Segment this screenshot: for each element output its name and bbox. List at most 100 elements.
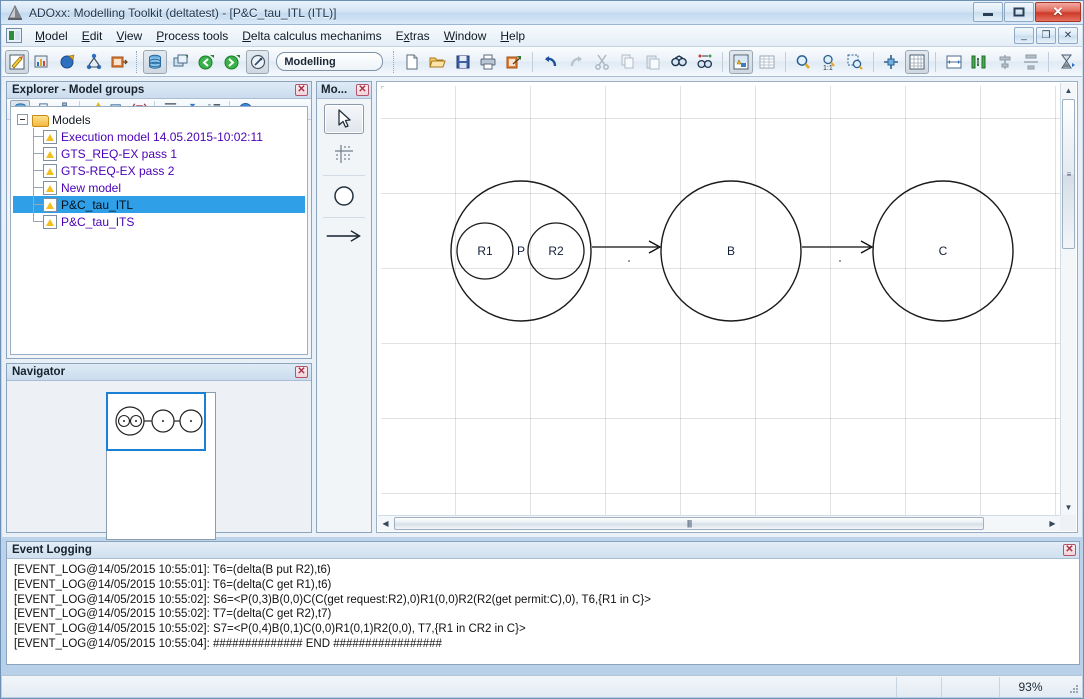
circle-node-tool[interactable] — [324, 181, 364, 211]
edge-B-to-C[interactable] — [802, 240, 874, 262]
back-arrow-icon[interactable] — [194, 50, 218, 74]
simulation-mode-icon[interactable] — [56, 50, 80, 74]
event-log-body[interactable]: [EVENT_LOG@14/05/2015 10:55:01]: T6=(del… — [8, 560, 1078, 663]
menu-window[interactable]: Window — [437, 26, 494, 46]
table-view-icon[interactable] — [755, 50, 779, 74]
model-tree[interactable]: Models Execution model 14.05.2015-10:02:… — [10, 106, 308, 355]
mdi-close-button[interactable]: ✕ — [1058, 27, 1078, 44]
mdi-work-area: Explorer - Model groups ✕ Models Executi… — [2, 77, 1082, 540]
node-P[interactable]: R1 R2 P — [450, 180, 592, 322]
title-bar: ADOxx: Modelling Toolkit (deltatest) - [… — [1, 1, 1083, 25]
cursor-arrow-icon — [338, 109, 351, 128]
scroll-left-button[interactable]: ◀ — [378, 516, 393, 531]
model-windows-icon[interactable] — [169, 50, 193, 74]
explorer-close-button[interactable]: ✕ — [295, 84, 308, 96]
time-settings-icon[interactable] — [1055, 50, 1079, 74]
tree-item-gts-req-ex-pass-1[interactable]: GTS_REQ-EX pass 1 — [13, 145, 305, 162]
evaluation-mode-icon[interactable] — [82, 50, 106, 74]
explorer-title: Explorer - Model groups — [12, 84, 145, 96]
analysis-mode-icon[interactable] — [31, 50, 55, 74]
canvas-vertical-scrollbar[interactable]: ▲ ≡ ▼ — [1060, 83, 1076, 515]
menu-help[interactable]: Help — [493, 26, 532, 46]
zoom-region-icon[interactable] — [843, 50, 867, 74]
canvas-horizontal-scrollbar[interactable]: ◀ |||| ▶ — [378, 515, 1060, 531]
tree-item-pc-tau-itl[interactable]: P&C_tau_ITL — [13, 196, 305, 213]
menu-model[interactable]: Model — [28, 26, 75, 46]
print-icon[interactable] — [477, 50, 501, 74]
main-toolbar: Modelling 1:1 — [2, 47, 1082, 77]
node-C[interactable]: C — [872, 180, 1014, 322]
model-drawing-canvas[interactable]: R1 R2 P B C — [381, 86, 1060, 515]
tree-item-execution-model[interactable]: Execution model 14.05.2015-10:02:11 — [13, 128, 305, 145]
node-B[interactable]: B — [660, 180, 802, 322]
horizontal-scroll-thumb[interactable]: |||| — [394, 517, 984, 530]
modelling-palette-panel: Mo... ✕ — [316, 81, 372, 533]
scroll-down-button[interactable]: ▼ — [1061, 500, 1076, 515]
menu-extras[interactable]: Extras — [389, 26, 437, 46]
navigator-body[interactable] — [7, 381, 311, 540]
save-model-icon[interactable] — [451, 50, 475, 74]
menu-process-tools[interactable]: Process tools — [149, 26, 235, 46]
undo-icon[interactable] — [539, 50, 563, 74]
redo-icon[interactable] — [565, 50, 589, 74]
mdi-minimize-button[interactable]: _ — [1014, 27, 1034, 44]
align-center-icon[interactable] — [993, 50, 1017, 74]
scroll-up-button[interactable]: ▲ — [1061, 83, 1076, 98]
tree-item-gts-req-ex-pass-2[interactable]: GTS-REQ-EX pass 2 — [13, 162, 305, 179]
new-model-icon[interactable] — [400, 50, 424, 74]
edge-P-to-B[interactable] — [592, 240, 662, 262]
tree-item-pc-tau-its[interactable]: P&C_tau_ITS — [13, 213, 305, 230]
tree-root-models[interactable]: Models — [13, 111, 305, 128]
database-icon[interactable] — [143, 49, 167, 74]
export-icon[interactable] — [502, 50, 526, 74]
align-horizontal-icon[interactable] — [942, 50, 966, 74]
paste-icon[interactable] — [642, 50, 666, 74]
minimize-button[interactable] — [973, 2, 1003, 22]
event-log-close-button[interactable]: ✕ — [1063, 544, 1076, 556]
svg-text:R1: R1 — [477, 244, 493, 258]
palette-separator — [323, 217, 365, 218]
collapse-toggle-icon[interactable] — [17, 114, 28, 125]
tree-item-new-model[interactable]: New model — [13, 179, 305, 196]
navigator-compass-icon[interactable] — [245, 49, 270, 74]
find-icon[interactable] — [667, 50, 691, 74]
forward-arrow-icon[interactable] — [220, 50, 244, 74]
vertical-scroll-thumb[interactable]: ≡ — [1062, 99, 1075, 249]
scroll-right-button[interactable]: ▶ — [1045, 516, 1060, 531]
distribute-horizontal-icon[interactable] — [967, 50, 991, 74]
app-window-icon[interactable] — [6, 28, 22, 43]
cut-icon[interactable] — [590, 50, 614, 74]
event-logging-panel: Event Logging ✕ [EVENT_LOG@14/05/2015 10… — [6, 541, 1080, 665]
menu-edit[interactable]: Edit — [75, 26, 110, 46]
copy-icon[interactable] — [616, 50, 640, 74]
close-button[interactable]: ✕ — [1035, 2, 1081, 22]
svg-text:C: C — [939, 244, 948, 258]
window-resize-grip[interactable] — [1065, 680, 1079, 694]
find-replace-icon[interactable] — [693, 50, 717, 74]
show-grid-icon[interactable] — [905, 49, 929, 74]
menu-view[interactable]: View — [109, 26, 149, 46]
tree-line — [33, 221, 43, 222]
connector-tool[interactable] — [324, 223, 364, 249]
open-model-icon[interactable] — [425, 50, 449, 74]
tree-line — [33, 187, 43, 188]
navigator-close-button[interactable]: ✕ — [295, 366, 308, 378]
model-icon — [43, 197, 57, 212]
palette-close-button[interactable]: ✕ — [356, 84, 369, 96]
import-export-icon[interactable] — [108, 50, 132, 74]
navigator-viewport-rect[interactable] — [106, 392, 206, 451]
zoom-icon[interactable] — [792, 50, 816, 74]
model-properties-icon[interactable] — [729, 49, 754, 74]
maximize-button[interactable] — [1004, 2, 1034, 22]
palette-separator — [323, 175, 365, 176]
mode-selector[interactable]: Modelling — [276, 52, 383, 71]
tree-item-label: GTS-REQ-EX pass 2 — [61, 163, 175, 178]
mdi-restore-button[interactable]: ❐ — [1036, 27, 1056, 44]
modelling-mode-icon[interactable] — [5, 49, 29, 74]
distribute-vertical-icon[interactable] — [1019, 50, 1043, 74]
menu-delta-calculus-mechanims[interactable]: Delta calculus mechanims — [235, 26, 388, 46]
snap-to-grid-icon[interactable] — [880, 50, 904, 74]
select-pointer-tool[interactable] — [324, 104, 364, 134]
zoom-100-icon[interactable]: 1:1 — [817, 50, 841, 74]
grid-snap-tool[interactable] — [324, 139, 364, 169]
